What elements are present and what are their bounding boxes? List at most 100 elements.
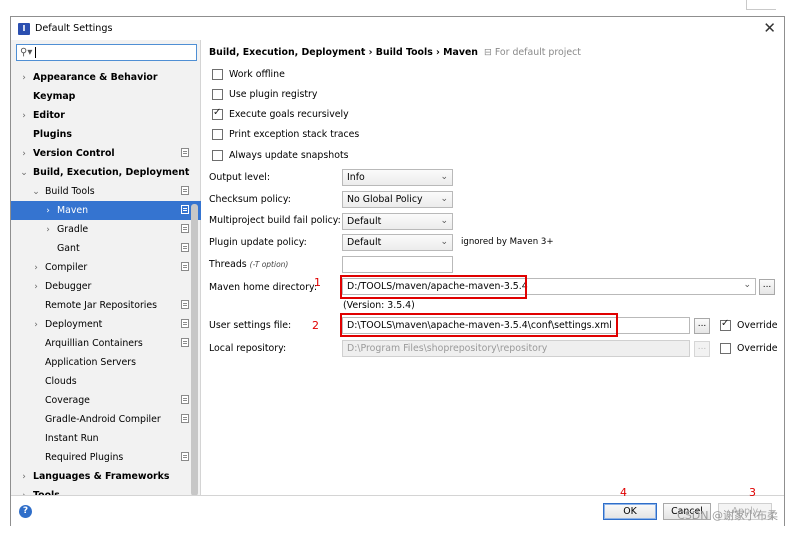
select-value: No Global Policy	[347, 194, 423, 205]
checkbox-label: Execute goals recursively	[229, 109, 349, 120]
chevron-right-icon[interactable]: ›	[43, 206, 53, 216]
annotation-4: 4	[620, 486, 627, 499]
chevron-right-icon[interactable]: ›	[31, 320, 41, 330]
sidebar-item-deployment[interactable]: › Deployment	[11, 315, 201, 334]
sidebar-item-instant-run[interactable]: Instant Run	[11, 429, 201, 448]
watermark: CSDN @谢家小布柔	[677, 509, 778, 522]
threads-text: Threads	[209, 259, 247, 270]
sidebar-item-label: Application Servers	[45, 357, 136, 368]
execute-recursively-checkbox[interactable]: Execute goals recursively	[212, 107, 349, 120]
chevron-down-icon[interactable]: ⌄	[31, 187, 41, 197]
sidebar-item-label: Appearance & Behavior	[33, 72, 158, 83]
local-repo-browse-button[interactable]: ...	[694, 341, 710, 357]
output-level-select[interactable]: Info ⌄	[342, 169, 453, 186]
plugin-update-label: Plugin update policy:	[209, 237, 307, 248]
project-settings-icon	[181, 395, 189, 404]
checksum-policy-label: Checksum policy:	[209, 194, 291, 205]
sidebar-item-languages-frameworks[interactable]: › Languages & Frameworks	[11, 467, 201, 486]
sidebar-scrollbar[interactable]	[191, 204, 198, 496]
project-settings-icon	[181, 300, 189, 309]
sidebar-item-label: Build Tools	[45, 186, 95, 197]
sidebar-item-label: Version Control	[33, 148, 115, 159]
local-repo-override-checkbox[interactable]: Override	[720, 343, 778, 354]
chevron-right-icon[interactable]: ›	[43, 225, 53, 235]
sidebar-item-plugins[interactable]: Plugins	[11, 125, 201, 144]
sidebar-item-coverage[interactable]: Coverage	[11, 391, 201, 410]
search-icon: ⚲▾	[20, 47, 33, 58]
sidebar-item-required-plugins[interactable]: Required Plugins	[11, 448, 201, 467]
maven-home-label: Maven home directory:	[209, 282, 318, 293]
sidebar-item-build-tools[interactable]: ⌄ Build Tools	[11, 182, 201, 201]
sidebar-item-keymap[interactable]: Keymap	[11, 87, 201, 106]
chevron-right-icon[interactable]: ›	[31, 263, 41, 273]
checkbox-box[interactable]	[720, 318, 731, 331]
checkbox-label: Use plugin registry	[229, 89, 318, 100]
checkbox-box[interactable]	[212, 129, 223, 140]
sidebar-item-gradle-android-compiler[interactable]: Gradle-Android Compiler	[11, 410, 201, 429]
sidebar-item-clouds[interactable]: Clouds	[11, 372, 201, 391]
chevron-right-icon[interactable]: ›	[19, 472, 29, 482]
checkbox-box[interactable]	[212, 89, 223, 100]
sidebar-item-appearance-behavior[interactable]: › Appearance & Behavior	[11, 68, 201, 87]
sidebar-item-editor[interactable]: › Editor	[11, 106, 201, 125]
help-icon[interactable]: ?	[19, 505, 32, 518]
ok-button[interactable]: OK	[603, 503, 657, 520]
text-cursor	[35, 47, 37, 58]
checksum-policy-select[interactable]: No Global Policy ⌄	[342, 191, 453, 208]
search-input[interactable]: ⚲▾	[16, 44, 197, 61]
project-settings-icon	[181, 148, 189, 157]
sidebar-item-build-execution-deployment[interactable]: ⌄ Build, Execution, Deployment	[11, 163, 201, 182]
project-settings-icon	[181, 338, 189, 347]
checkbox-box[interactable]	[720, 343, 731, 354]
close-icon[interactable]: ✕	[763, 19, 776, 37]
sidebar-item-remote-jar-repositories[interactable]: Remote Jar Repositories	[11, 296, 201, 315]
update-snapshots-checkbox[interactable]: Always update snapshots	[212, 150, 349, 161]
checkbox-label: Work offline	[229, 69, 285, 80]
sidebar-item-arquillian-containers[interactable]: Arquillian Containers	[11, 334, 201, 353]
sidebar-item-label: Gradle	[57, 224, 89, 235]
checkbox-label: Print exception stack traces	[229, 129, 360, 140]
sidebar-item-label: Clouds	[45, 376, 77, 387]
work-offline-checkbox[interactable]: Work offline	[212, 69, 285, 80]
sidebar-item-label: Compiler	[45, 262, 88, 273]
fail-policy-select[interactable]: Default ⌄	[342, 213, 453, 230]
select-value: Default	[347, 237, 382, 248]
background-window-edge	[746, 0, 776, 10]
maven3-note: ignored by Maven 3+	[461, 237, 554, 247]
stack-traces-checkbox[interactable]: Print exception stack traces	[212, 129, 359, 140]
breadcrumb: Build, Execution, Deployment › Build Too…	[209, 47, 581, 58]
sidebar-item-label: Build, Execution, Deployment	[33, 167, 190, 178]
sidebar-item-maven[interactable]: › Maven	[11, 201, 201, 220]
plugin-update-select[interactable]: Default ⌄	[342, 234, 453, 251]
checkbox-label: Always update snapshots	[229, 150, 349, 161]
sidebar-item-label: Instant Run	[45, 433, 99, 444]
sidebar-item-version-control[interactable]: › Version Control	[11, 144, 201, 163]
sidebar-item-label: Keymap	[33, 91, 76, 102]
plugin-registry-checkbox[interactable]: Use plugin registry	[212, 89, 317, 100]
sidebar-item-gradle[interactable]: › Gradle	[11, 220, 201, 239]
maven-home-browse-button[interactable]: ...	[759, 279, 775, 295]
chevron-right-icon[interactable]: ›	[31, 282, 41, 292]
local-repo-input[interactable]: D:\Program Files\shoprepository\reposito…	[342, 340, 690, 357]
settings-override-checkbox[interactable]: Override	[720, 318, 778, 331]
title-bar: I Default Settings ✕	[11, 17, 784, 40]
chevron-down-icon[interactable]: ⌄	[19, 168, 29, 178]
sidebar-item-gant[interactable]: Gant	[11, 239, 201, 258]
chevron-right-icon[interactable]: ›	[19, 149, 29, 159]
user-settings-browse-button[interactable]: ...	[694, 318, 710, 334]
settings-tree: › Appearance & Behavior Keymap › Editor Plugi…	[11, 68, 201, 505]
chevron-right-icon[interactable]: ›	[19, 111, 29, 121]
checkbox-box[interactable]	[212, 150, 223, 161]
chevron-right-icon[interactable]: ›	[19, 73, 29, 83]
sidebar-item-compiler[interactable]: › Compiler	[11, 258, 201, 277]
threads-input[interactable]	[342, 256, 453, 273]
sidebar-item-application-servers[interactable]: Application Servers	[11, 353, 201, 372]
threads-label: Threads (-T option)	[209, 259, 288, 270]
sidebar-item-label: Debugger	[45, 281, 92, 292]
sidebar-item-debugger[interactable]: › Debugger	[11, 277, 201, 296]
checkbox-box[interactable]	[212, 69, 223, 80]
sidebar-item-label: Gradle-Android Compiler	[45, 414, 161, 425]
sidebar-item-label: Plugins	[33, 129, 72, 140]
sidebar-item-label: Gant	[57, 243, 80, 254]
checkbox-box[interactable]	[212, 107, 223, 120]
